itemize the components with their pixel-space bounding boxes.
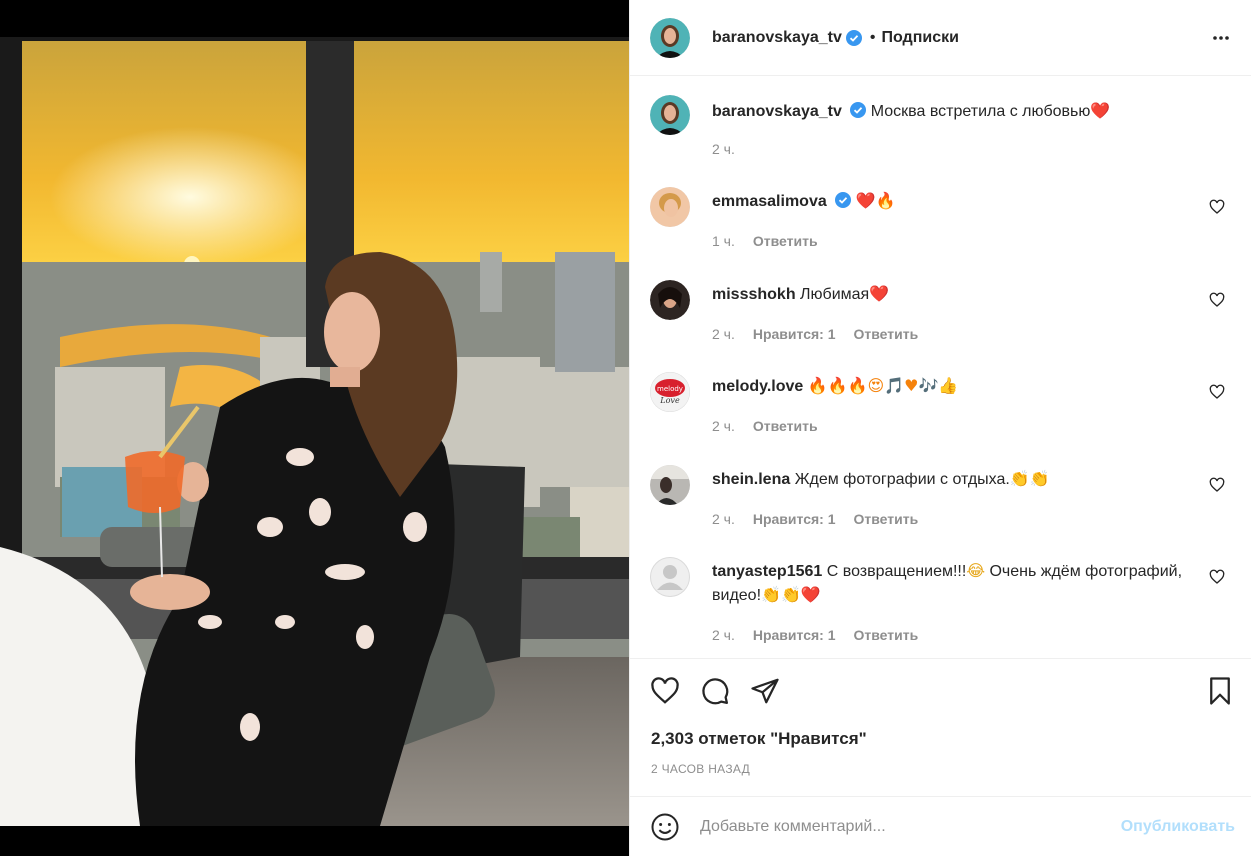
comment-emoji: 😂: [966, 561, 986, 580]
reply-button[interactable]: Ответить: [753, 230, 818, 253]
author-avatar[interactable]: [650, 95, 690, 135]
comment-like-heart-icon[interactable]: [1209, 292, 1225, 308]
comment-likes-count[interactable]: Нравится: 1: [753, 508, 836, 531]
caption-time[interactable]: 2 ч.: [712, 138, 735, 161]
svg-text:melody: melody: [657, 385, 683, 393]
comment-likes-count[interactable]: Нравится: 1: [753, 624, 836, 647]
heart-icon[interactable]: [650, 676, 680, 706]
action-icons-row: [650, 676, 1235, 706]
post-photo[interactable]: [0, 37, 629, 826]
commenter-avatar[interactable]: melody Love: [650, 372, 690, 412]
comment-emoji-end: 👏👏❤️: [761, 585, 821, 604]
comment-emoji: ❤️🔥: [855, 191, 896, 210]
verified-badge-icon: [845, 29, 862, 46]
comment-likes-count[interactable]: Нравится: 1: [753, 323, 836, 346]
author-avatar[interactable]: [650, 17, 690, 58]
post-modal: baranovskaya_tv • Подписки baranovskaya_…: [0, 0, 1251, 856]
commenter-avatar[interactable]: [650, 557, 690, 597]
caption-text: Москва встретила с любовью: [870, 103, 1091, 120]
post-timestamp[interactable]: 2 ЧАСОВ НАЗАД: [651, 762, 750, 776]
comment-item: melody Love melody.love 🔥🔥🔥😍🎵♥🎶👍 2 ч. Отв…: [650, 372, 1235, 438]
comment-username[interactable]: melody.love: [712, 378, 803, 395]
comment-like-heart-icon[interactable]: [1209, 384, 1225, 400]
comments-list[interactable]: baranovskaya_tv Москва встретила с любов…: [630, 77, 1251, 657]
comment-username[interactable]: shein.lena: [712, 471, 790, 488]
caption: baranovskaya_tv Москва встретила с любов…: [650, 95, 1235, 161]
commenter-avatar[interactable]: [650, 465, 690, 505]
comment-time[interactable]: 2 ч.: [712, 508, 735, 531]
comment-username[interactable]: emmasalimova: [712, 193, 827, 210]
comment-item: shein.lena Ждем фотографии с отдыха.👏👏 2…: [650, 465, 1235, 531]
comment-input[interactable]: [700, 817, 1121, 836]
reply-button[interactable]: Ответить: [854, 508, 919, 531]
comment-item: missshokh Любимая❤️ 2 ч. Нравится: 1 Отв…: [650, 280, 1235, 346]
commenter-avatar[interactable]: [650, 187, 690, 227]
bookmark-icon[interactable]: [1205, 676, 1235, 706]
comment-icon[interactable]: [700, 676, 730, 706]
comment-emoji: ❤️: [869, 284, 890, 303]
reply-button[interactable]: Ответить: [854, 624, 919, 647]
following-button[interactable]: Подписки: [881, 29, 958, 47]
comment-item: tanyastep1561 С возвращением!!!😂 Очень ж…: [650, 557, 1235, 647]
photo-illustration: [0, 37, 629, 826]
comment-text: Любимая: [800, 286, 870, 303]
verified-badge-icon: [835, 192, 852, 208]
comment-time[interactable]: 2 ч.: [712, 415, 735, 438]
more-options-icon[interactable]: [1207, 24, 1235, 52]
svg-text:Love: Love: [659, 396, 680, 405]
add-comment-bar: Опубликовать: [630, 796, 1251, 856]
caption-emoji: ❤️: [1090, 101, 1111, 120]
comment-text: Ждем фотографии с отдыха.: [794, 471, 1010, 488]
caption-body: baranovskaya_tv Москва встретила с любов…: [712, 95, 1235, 161]
comment-emoji: 🔥🔥🔥😍🎵♥🎶👍: [807, 376, 959, 395]
comment-text: С возвращением!!!: [826, 563, 967, 580]
caption-username[interactable]: baranovskaya_tv: [712, 103, 842, 120]
comment-username[interactable]: missshokh: [712, 286, 796, 303]
post-actions: 2,303 отметок "Нравится" 2 ЧАСОВ НАЗАД: [630, 658, 1251, 796]
comment-emoji: 👏👏: [1009, 469, 1050, 488]
comment-username[interactable]: tanyastep1561: [712, 563, 822, 580]
post-side-panel: baranovskaya_tv • Подписки baranovskaya_…: [629, 0, 1251, 856]
comment-time[interactable]: 1 ч.: [712, 230, 735, 253]
comment-like-heart-icon[interactable]: [1209, 569, 1225, 585]
separator-dot: •: [869, 28, 876, 46]
comment-time[interactable]: 2 ч.: [712, 323, 735, 346]
author-username[interactable]: baranovskaya_tv: [712, 29, 842, 47]
publish-button[interactable]: Опубликовать: [1121, 818, 1235, 836]
reply-button[interactable]: Ответить: [854, 323, 919, 346]
commenter-avatar[interactable]: [650, 280, 690, 320]
comment-item: emmasalimova ❤️🔥 1 ч. Ответить: [650, 187, 1235, 253]
reply-button[interactable]: Ответить: [753, 415, 818, 438]
likes-count[interactable]: 2,303 отметок "Нравится": [651, 729, 867, 749]
post-header: baranovskaya_tv • Подписки: [630, 0, 1251, 76]
share-icon[interactable]: [750, 676, 780, 706]
verified-badge-icon: [850, 102, 867, 118]
post-media: [0, 0, 629, 856]
emoji-icon[interactable]: [650, 812, 680, 842]
comment-time[interactable]: 2 ч.: [712, 624, 735, 647]
comment-like-heart-icon[interactable]: [1209, 477, 1225, 493]
comment-like-heart-icon[interactable]: [1209, 199, 1225, 215]
